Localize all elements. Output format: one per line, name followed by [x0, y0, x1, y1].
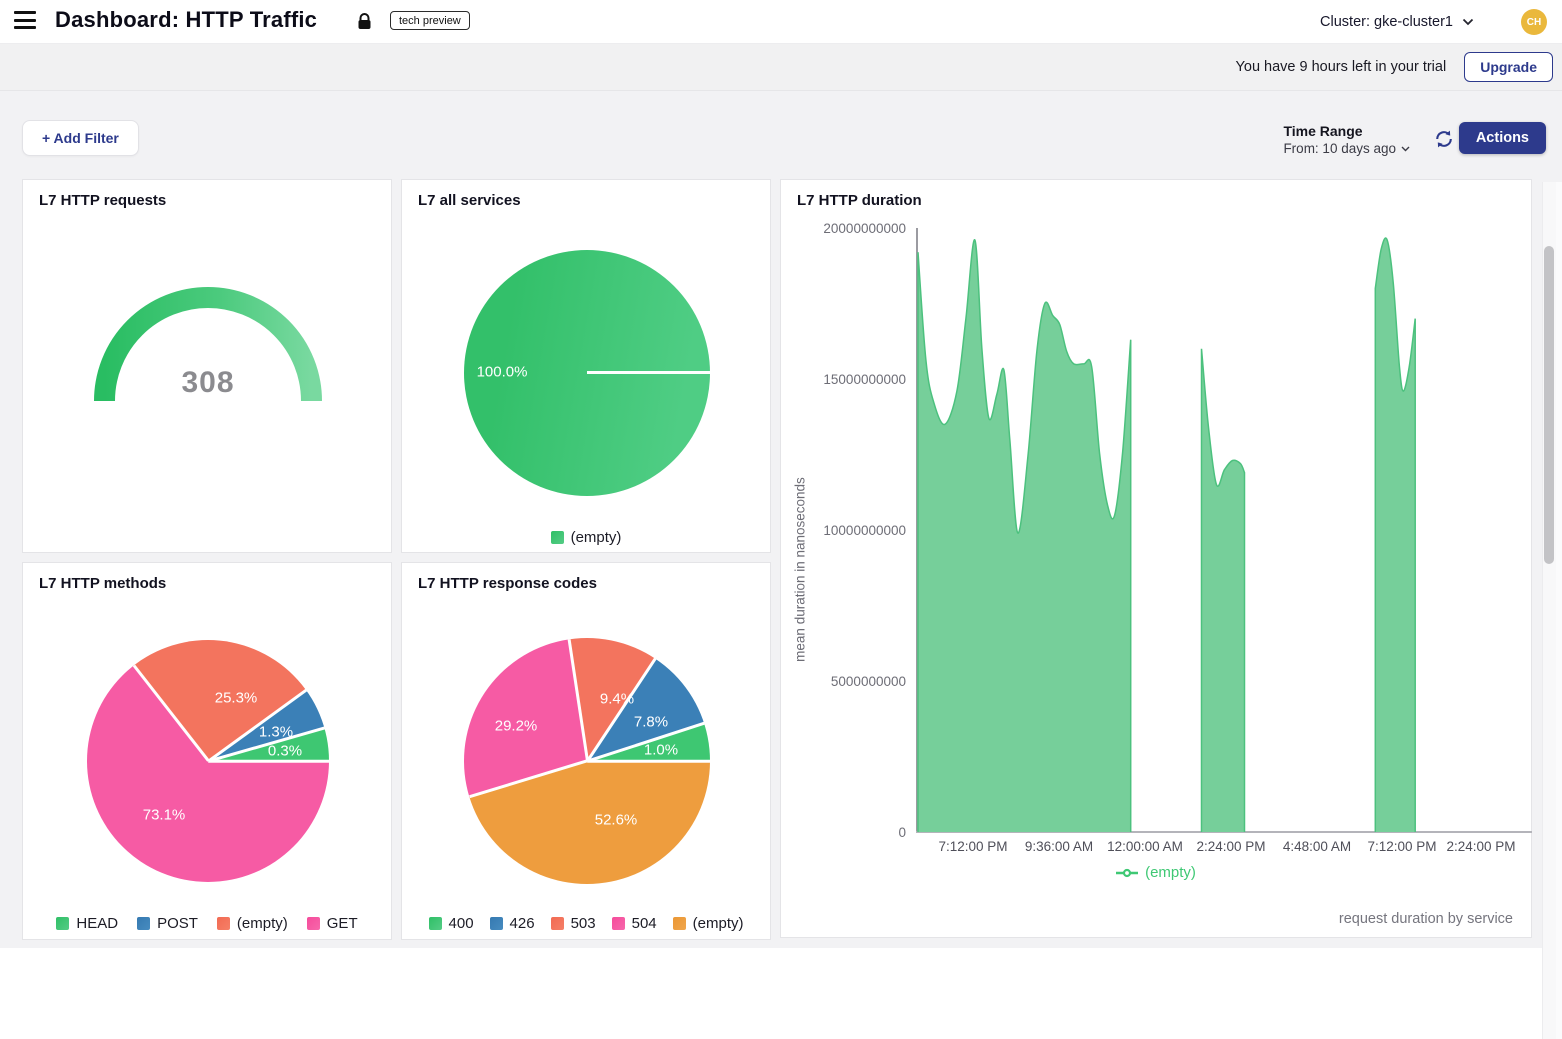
refresh-button[interactable] — [1433, 129, 1455, 151]
pie-slice-divider — [208, 760, 329, 763]
legend-swatch — [673, 917, 686, 930]
cluster-selector[interactable]: Cluster: gke-cluster1 — [1320, 0, 1474, 44]
legend-item[interactable]: 400 — [429, 915, 474, 932]
legend-item[interactable]: (empty) — [781, 864, 1531, 881]
legend-item[interactable]: (empty) — [673, 915, 744, 932]
legend: HEAD POST (empty) GET — [23, 915, 391, 932]
panel-title: L7 HTTP methods — [39, 575, 166, 592]
add-filter-button[interactable]: + Add Filter — [22, 120, 139, 156]
legend-swatch — [429, 917, 442, 930]
y-axis-title: mean duration in nanoseconds — [793, 455, 808, 685]
dashboard-content: + Add Filter Time Range From: 10 days ag… — [0, 91, 1562, 948]
legend-item[interactable]: POST — [137, 915, 198, 932]
y-axis-tick: 10000000000 — [796, 523, 906, 538]
area-chart[interactable] — [917, 228, 1531, 832]
panel-http-methods: L7 HTTP methods 25.3% 1.3% 0.3% 73.1% HE… — [22, 562, 392, 940]
line-series-legend-icon — [1116, 868, 1138, 878]
legend-swatch — [612, 917, 625, 930]
legend: 400 426 503 504 (empty) — [402, 915, 770, 932]
pie-slice-label: 0.3% — [268, 743, 302, 760]
panel-http-duration: L7 HTTP duration 20000000000 15000000000… — [780, 179, 1532, 938]
pie-slice-label: 7.8% — [634, 714, 668, 731]
legend-swatch — [56, 917, 69, 930]
legend: (empty) — [402, 529, 770, 546]
legend-item[interactable]: 503 — [551, 915, 596, 932]
panel-all-services: L7 all services 100.0% (empty) — [401, 179, 771, 553]
legend-swatch — [490, 917, 503, 930]
pie-slice-divider — [587, 371, 710, 374]
pie-slice-label: 9.4% — [600, 691, 634, 708]
pie-slice-label: 29.2% — [495, 718, 538, 735]
top-app-bar: Dashboard: HTTP Traffic tech preview Clu… — [0, 0, 1562, 44]
panel-title: L7 all services — [418, 192, 521, 209]
legend-item[interactable]: (empty) — [217, 915, 288, 932]
panel-http-requests: L7 HTTP requests 308 — [22, 179, 392, 553]
lock-icon — [357, 13, 372, 36]
pie-slice-label: 52.6% — [595, 812, 638, 829]
panel-title: L7 HTTP requests — [39, 192, 166, 209]
legend-swatch — [217, 917, 230, 930]
chevron-down-icon — [1462, 18, 1474, 26]
actions-button[interactable]: Actions — [1459, 122, 1546, 154]
time-range-value: From: 10 days ago — [1283, 141, 1410, 156]
tech-preview-badge: tech preview — [390, 11, 470, 30]
y-axis-tick: 15000000000 — [796, 372, 906, 387]
legend-swatch — [551, 917, 564, 930]
legend-swatch — [307, 917, 320, 930]
cluster-selector-label: Cluster: gke-cluster1 — [1320, 14, 1453, 30]
page-title: Dashboard: HTTP Traffic — [55, 7, 317, 33]
legend-item[interactable]: 504 — [612, 915, 657, 932]
x-axis-tick: 2:24:00 PM — [1426, 839, 1536, 854]
legend-item[interactable]: GET — [307, 915, 358, 932]
pie-slice-divider — [587, 760, 710, 763]
trial-banner: You have 9 hours left in your trial Upgr… — [0, 44, 1562, 91]
time-range-selector[interactable]: Time Range From: 10 days ago — [1283, 123, 1410, 156]
upgrade-button[interactable]: Upgrade — [1464, 52, 1553, 82]
gauge-value: 308 — [128, 366, 288, 400]
legend-swatch — [137, 917, 150, 930]
pie-slice-label: 1.3% — [259, 724, 293, 741]
panel-http-response-codes: L7 HTTP response codes 9.4% 7.8% 1.0% 52… — [401, 562, 771, 940]
y-axis-tick: 5000000000 — [796, 674, 906, 689]
legend-item[interactable]: (empty) — [551, 529, 622, 546]
panel-title: L7 HTTP response codes — [418, 575, 597, 592]
y-axis-tick: 0 — [796, 825, 906, 840]
panel-title: L7 HTTP duration — [797, 192, 922, 209]
refresh-icon — [1434, 129, 1454, 149]
hamburger-menu-icon[interactable] — [14, 11, 38, 33]
time-range-title: Time Range — [1283, 123, 1410, 139]
pie-slice-label: 100.0% — [477, 364, 528, 381]
legend-item[interactable]: 426 — [490, 915, 535, 932]
legend-item[interactable]: HEAD — [56, 915, 118, 932]
scrollbar-thumb[interactable] — [1544, 246, 1554, 564]
y-axis-tick: 20000000000 — [796, 221, 906, 236]
legend-swatch — [551, 531, 564, 544]
chart-footer-caption: request duration by service — [1339, 911, 1513, 927]
pie-slice-label: 1.0% — [644, 742, 678, 759]
pie-slice-label: 73.1% — [143, 807, 186, 824]
scrollbar-gutter — [1556, 182, 1562, 1039]
pie-slice-label: 25.3% — [215, 690, 258, 707]
trial-message: You have 9 hours left in your trial — [1236, 59, 1447, 75]
chevron-down-icon — [1401, 146, 1410, 152]
avatar[interactable]: CH — [1521, 9, 1547, 35]
